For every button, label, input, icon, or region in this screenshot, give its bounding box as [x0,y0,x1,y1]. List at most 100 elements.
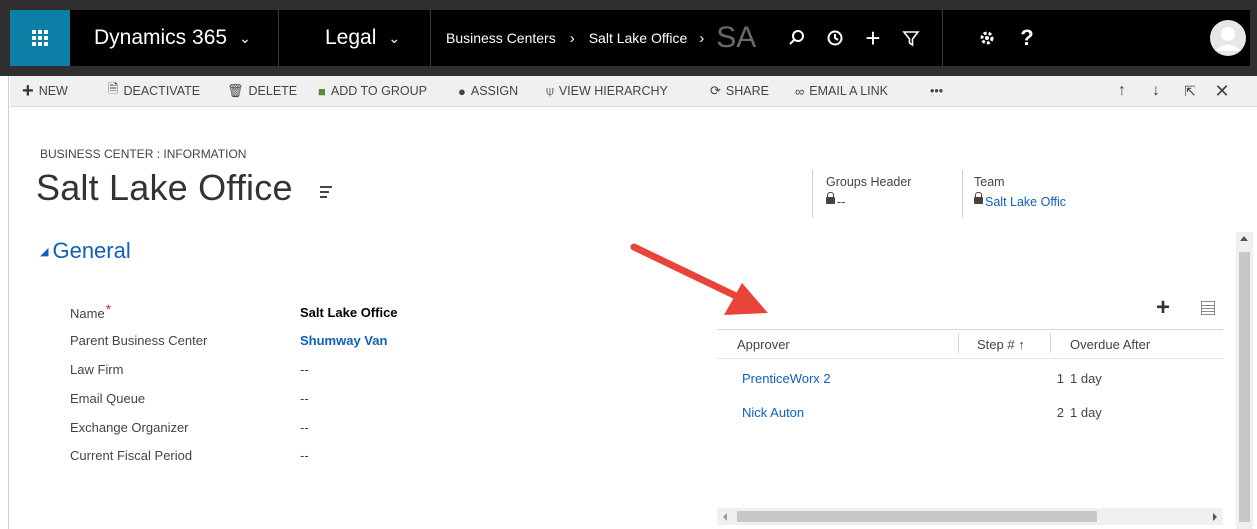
field-value-law-firm[interactable]: -- [300,362,309,377]
scrollbar-thumb[interactable] [737,511,1097,522]
section-general-toggle[interactable]: ◢ General [40,238,131,264]
nav-divider [430,10,431,66]
view-hierarchy-button[interactable]: ⍦ VIEW HIERARCHY [546,76,668,106]
deactivate-icon: 🗎 [108,81,119,96]
delete-label: DELETE [248,84,298,98]
row-approver[interactable]: Nick Auton [742,405,804,420]
next-record-icon[interactable]: ↓ [1144,76,1168,106]
breadcrumb-chevron-icon: › [569,29,575,47]
close-icon[interactable]: ✕ [1210,76,1234,106]
team-field: Team Salt Lake Offic [974,175,1066,209]
field-label-law-firm: Law Firm [70,362,124,377]
scroll-left-icon[interactable] [723,513,727,521]
scrollbar-thumb[interactable] [1239,252,1250,522]
groups-header-label: Groups Header [826,175,912,189]
row-overdue: 1 day [1070,371,1102,386]
delete-button[interactable]: 🗑 DELETE [227,76,297,106]
column-header-approver[interactable]: Approver [737,337,790,352]
column-header-step[interactable]: Step # ↑ [977,337,1025,352]
breadcrumb-parent[interactable]: Business Centers [446,30,556,46]
nav-divider [278,10,279,66]
field-label-current-fiscal-period: Current Fiscal Period [70,448,193,463]
grid-header-bottom-border [717,358,1223,359]
field-value-current-fiscal-period[interactable]: -- [300,448,309,463]
field-label-name: Name* [70,301,111,321]
field-value-name[interactable]: Salt Lake Office [300,305,398,320]
row-approver[interactable]: PrenticeWorx 2 [742,371,831,386]
breadcrumb-current[interactable]: Salt Lake Office [589,30,688,46]
deactivate-label: DEACTIVATE [123,84,201,98]
header-divider [962,170,963,218]
link-icon: ∞ [795,83,805,99]
plus-icon[interactable]: + [856,10,890,66]
breadcrumb-chevron-icon: › [699,29,705,47]
area-menu[interactable]: Legal ⌄ [325,10,400,66]
app-name-menu[interactable]: Dynamics 365 ⌄ [94,10,251,66]
column-header-step-label: Step # [977,337,1015,352]
avatar[interactable] [1206,10,1250,66]
row-overdue: 1 day [1070,405,1102,420]
field-value-exchange-organizer[interactable]: -- [300,420,309,435]
field-value-email-queue[interactable]: -- [300,391,309,406]
page-border [8,76,9,529]
top-bar: Dynamics 365 ⌄ Legal ⌄ Business Centers … [0,0,1257,76]
groups-header-field: Groups Header -- [826,175,911,209]
form-vertical-scrollbar[interactable] [1236,232,1253,529]
settings-icon[interactable] [970,10,1004,66]
team-label: Team [974,175,1005,189]
search-icon[interactable] [780,10,814,66]
email-link-label: EMAIL A LINK [809,84,889,98]
share-icon: ⟳ [710,83,721,98]
section-title: General [52,238,131,263]
app-name: Dynamics 365 [94,26,228,49]
waffle-icon[interactable] [10,10,70,66]
header-divider [812,170,813,218]
lock-icon [974,192,983,205]
chevron-down-icon: ⌄ [239,29,251,46]
previous-record-icon[interactable]: ↑ [1110,76,1134,106]
plus-icon: + [22,79,34,102]
nav-divider [942,10,943,66]
collapse-icon[interactable]: ⇱ [1178,76,1202,106]
chevron-down-icon: ⌄ [388,29,401,46]
field-label-exchange-organizer: Exchange Organizer [70,420,189,435]
field-label-text: Name [70,306,105,321]
new-button[interactable]: + NEW [22,76,68,106]
add-to-group-label: ADD TO GROUP [330,84,427,98]
help-icon[interactable]: ? [1010,10,1044,66]
assign-icon: ● [458,83,466,99]
required-marker: * [105,301,112,317]
column-divider [1050,333,1051,353]
column-header-overdue-after[interactable]: Overdue After [1070,337,1150,352]
email-link-button[interactable]: ∞ EMAIL A LINK [795,76,888,106]
subgrid-horizontal-scrollbar[interactable] [717,508,1223,525]
add-record-icon[interactable]: + [1156,294,1170,322]
history-icon[interactable] [818,10,852,66]
hierarchy-icon: ⍦ [546,83,554,98]
groups-header-value: -- [837,195,846,209]
grid-header-border [717,329,1223,330]
view-hierarchy-label: VIEW HIERARCHY [558,84,668,98]
add-to-group-button[interactable]: ■ ADD TO GROUP [318,76,427,106]
deactivate-button[interactable]: 🗎 DEACTIVATE [108,76,200,106]
assign-button[interactable]: ● ASSIGN [458,76,518,106]
scroll-up-icon[interactable] [1240,236,1248,241]
field-label-parent-business-center: Parent Business Center [70,333,208,348]
row-step: 2 [1056,405,1064,420]
page-title: Salt Lake Office [36,167,293,208]
area-name: Legal [325,26,377,49]
form-selector-icon[interactable] [320,186,332,201]
more-commands-button[interactable]: ••• [930,76,943,106]
lock-icon [826,192,835,205]
share-label: SHARE [725,84,769,98]
grid-view-icon[interactable] [1201,301,1215,315]
field-value-parent-business-center[interactable]: Shumway Van [300,333,387,348]
filter-icon[interactable] [894,10,928,66]
team-link[interactable]: Salt Lake Offic [985,195,1066,209]
annotation-arrow [630,243,768,315]
group-add-icon: ■ [318,83,326,99]
collapse-triangle-icon: ◢ [40,246,49,258]
scroll-right-icon[interactable] [1213,513,1217,521]
field-label-email-queue: Email Queue [70,391,146,406]
share-button[interactable]: ⟳ SHARE [710,76,769,106]
